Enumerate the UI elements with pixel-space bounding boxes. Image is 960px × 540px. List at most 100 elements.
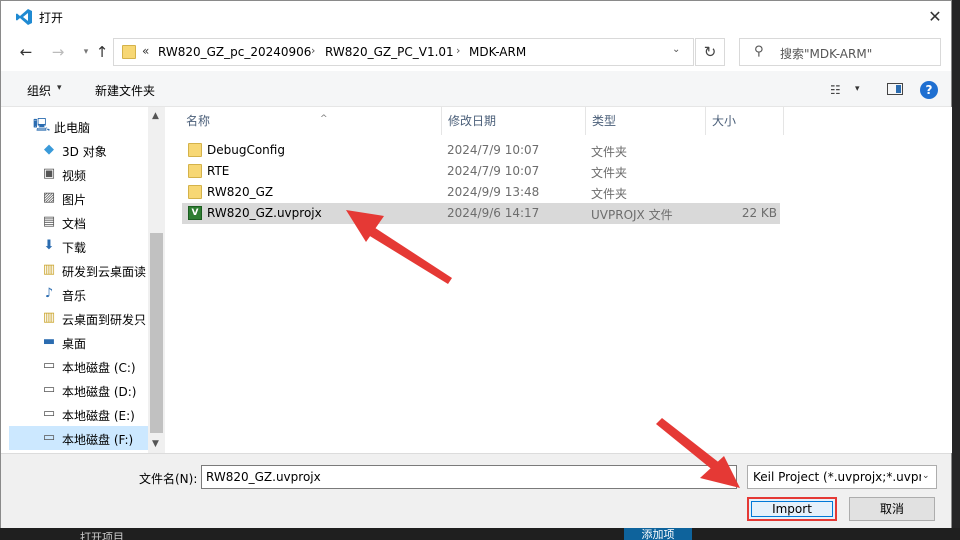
sidebar-item-shared-2[interactable]: ▥ 云桌面到研发只 (9, 306, 149, 330)
overflow-chevron-icon[interactable]: « (142, 44, 149, 58)
file-name: RW820_GZ.uvprojx (207, 206, 322, 220)
sidebar-item-label: 文档 (62, 217, 87, 231)
sidebar-item-desktop[interactable]: ▬ 桌面 (9, 330, 149, 354)
close-button[interactable]: ✕ (921, 5, 949, 29)
sidebar-item-music[interactable]: ♪ 音乐 (9, 282, 149, 306)
filename-input[interactable] (201, 465, 737, 489)
sidebar-item-label: 视频 (62, 169, 87, 183)
folder-icon (188, 185, 202, 199)
sidebar-item-label: 本地磁盘 (E:) (62, 409, 135, 423)
background-label: 打开项目 (80, 531, 124, 540)
list-item[interactable]: DebugConfig 2024/7/9 10:07 文件夹 (182, 140, 780, 161)
sidebar-item-drive-d[interactable]: ▭ 本地磁盘 (D:) (9, 378, 149, 402)
sidebar-item-pictures[interactable]: ▨ 图片 (9, 186, 149, 210)
video-icon: ▣ (42, 166, 56, 181)
focus-ring (751, 501, 833, 517)
sidebar-item-downloads[interactable]: ⬇ 下载 (9, 234, 149, 258)
command-bar: 组织 ▾ 新建文件夹 ☷ ▾ ? (1, 71, 951, 107)
preview-pane-icon[interactable] (887, 83, 903, 95)
background-window-bottom (0, 528, 960, 540)
sidebar-item-label: 本地磁盘 (C:) (62, 361, 136, 375)
file-date: 2024/7/9 10:07 (447, 164, 540, 178)
file-date: 2024/7/9 10:07 (447, 143, 540, 157)
download-icon: ⬇ (43, 238, 55, 253)
shared-folder-icon: ▥ (42, 262, 56, 277)
breadcrumb-separator-icon[interactable]: › (456, 44, 460, 57)
scroll-up-icon[interactable]: ▲ (152, 111, 159, 121)
window-title: 打开 (39, 11, 64, 25)
folder-icon (122, 45, 136, 59)
refresh-button[interactable]: ↻ (695, 38, 725, 66)
new-folder-button[interactable]: 新建文件夹 (95, 82, 155, 99)
cancel-button[interactable]: 取消 (849, 497, 935, 521)
file-type: 文件夹 (591, 166, 628, 180)
list-item[interactable]: RTE 2024/7/9 10:07 文件夹 (182, 161, 780, 182)
file-date: 2024/9/6 14:17 (447, 206, 540, 220)
sidebar-item-videos[interactable]: ▣ 视频 (9, 162, 149, 186)
address-dropdown-icon[interactable]: ⌄ (672, 44, 680, 55)
background-window-edge (952, 0, 960, 540)
drive-icon: ▭ (42, 406, 56, 421)
chevron-down-icon[interactable]: ▾ (855, 84, 860, 94)
help-icon[interactable]: ? (920, 81, 938, 99)
pc-icon: 🖳 (33, 118, 51, 133)
sidebar-item-label: 图片 (62, 193, 87, 207)
file-type-value: Keil Project (*.uvprojx;*.uvproj) (753, 470, 921, 484)
shared-folder-icon: ▥ (42, 310, 56, 325)
column-header-name[interactable]: ^ 名称 (180, 107, 442, 135)
back-button[interactable]: ← (17, 41, 35, 63)
breadcrumb-item[interactable]: RW820_GZ_PC_V1.01 (325, 45, 454, 59)
scrollbar-thumb[interactable] (150, 233, 163, 433)
dialog-footer: 文件名(N): Keil Project (*.uvprojx;*.uvproj… (1, 453, 951, 528)
background-add-button[interactable]: 添加项 (624, 528, 692, 540)
file-type: UVPROJX 文件 (591, 208, 673, 222)
folder-icon (188, 164, 202, 178)
sidebar-item-this-pc[interactable]: 🖳 此电脑 (9, 114, 149, 138)
chevron-down-icon[interactable]: ▾ (57, 83, 62, 93)
search-placeholder: 搜索"MDK-ARM" (780, 47, 873, 61)
sidebar-item-label: 此电脑 (54, 121, 91, 135)
scroll-down-icon[interactable]: ▼ (152, 439, 159, 449)
up-button[interactable]: ↑ (93, 41, 111, 63)
drive-c-icon: ▭ (42, 358, 56, 373)
file-name: DebugConfig (207, 143, 285, 157)
forward-button[interactable]: → (49, 41, 67, 63)
search-input[interactable]: ⚲ 搜索"MDK-ARM" (739, 38, 941, 66)
file-size: 22 KB (741, 206, 777, 220)
sort-ascending-icon: ^ (320, 114, 328, 124)
sidebar-item-3d-objects[interactable]: ◆ 3D 对象 (9, 138, 149, 162)
column-header-size[interactable]: 大小 (706, 107, 784, 135)
column-header-date[interactable]: 修改日期 (442, 107, 586, 135)
breadcrumb-item[interactable]: MDK-ARM (469, 45, 526, 59)
sidebar-item-label: 云桌面到研发只 (62, 313, 147, 327)
file-type: 文件夹 (591, 145, 628, 159)
sidebar-item-documents[interactable]: ▤ 文档 (9, 210, 149, 234)
sidebar-item-label: 本地磁盘 (F:) (62, 433, 134, 447)
sidebar-item-label: 音乐 (62, 289, 87, 303)
drive-icon: ▭ (42, 430, 56, 445)
3d-objects-icon: ◆ (44, 142, 54, 157)
column-header-type[interactable]: 类型 (586, 107, 706, 135)
sidebar-item-drive-e[interactable]: ▭ 本地磁盘 (E:) (9, 402, 149, 426)
sidebar-item-shared-1[interactable]: ▥ 研发到云桌面读 (9, 258, 149, 282)
breadcrumb-item[interactable]: RW820_GZ_pc_20240906 (158, 45, 311, 59)
list-item-selected[interactable]: V RW820_GZ.uvprojx 2024/9/6 14:17 UVPROJ… (182, 203, 780, 224)
titlebar: 打开 ✕ (1, 1, 951, 32)
file-name: RTE (207, 164, 230, 178)
organize-button[interactable]: 组织 (27, 82, 51, 99)
sidebar-item-drive-f[interactable]: ▭ 本地磁盘 (F:) (9, 426, 149, 450)
breadcrumb-separator-icon[interactable]: › (311, 44, 315, 57)
view-options-icon[interactable]: ☷ (830, 83, 841, 97)
import-button[interactable]: Import (747, 497, 837, 521)
address-bar[interactable]: « RW820_GZ_pc_20240906 › RW820_GZ_PC_V1.… (113, 38, 694, 66)
sidebar-item-label: 下载 (62, 241, 87, 255)
file-type-select[interactable]: Keil Project (*.uvprojx;*.uvproj) ⌄ (747, 465, 937, 489)
column-name-label: 名称 (186, 114, 211, 128)
list-item[interactable]: RW820_GZ 2024/9/9 13:48 文件夹 (182, 182, 780, 203)
file-name: RW820_GZ (207, 185, 274, 199)
folder-icon (188, 143, 202, 157)
file-date: 2024/9/9 13:48 (447, 185, 540, 199)
filename-label: 文件名(N): (139, 472, 198, 486)
desktop-icon: ▬ (42, 334, 56, 349)
sidebar-item-drive-c[interactable]: ▭ 本地磁盘 (C:) (9, 354, 149, 378)
